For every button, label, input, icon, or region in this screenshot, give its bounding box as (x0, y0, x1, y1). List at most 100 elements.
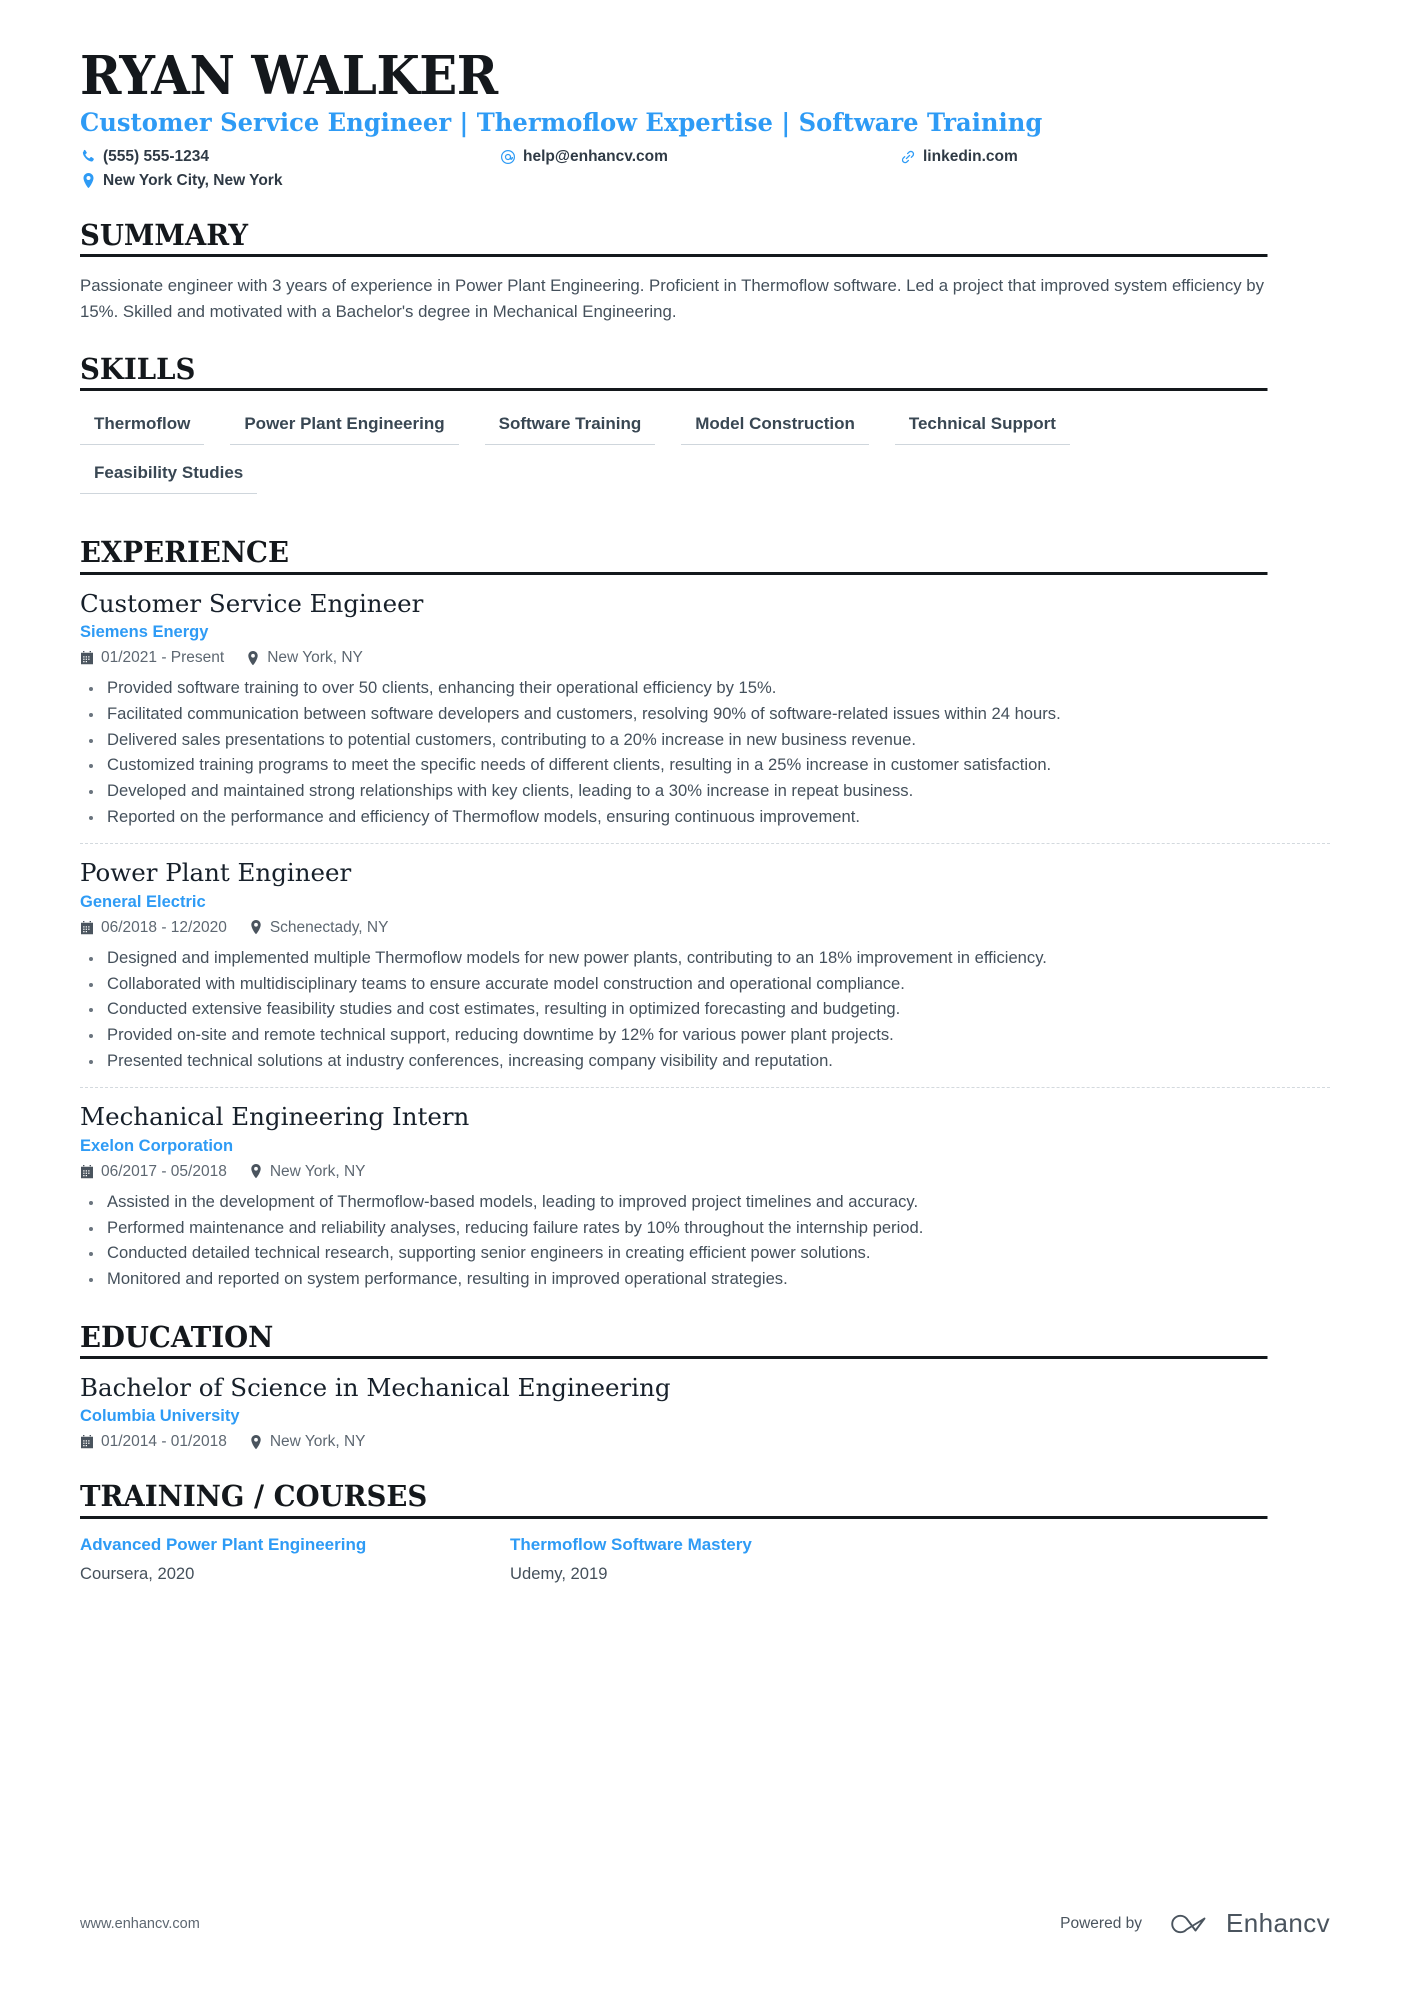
contact-email-text: help@enhancv.com (523, 147, 668, 165)
skill-tag: Power Plant Engineering (230, 409, 459, 446)
bullet-item: Performed maintenance and reliability an… (80, 1216, 1330, 1241)
skills-list: Thermoflow Power Plant Engineering Softw… (80, 409, 1270, 507)
experience-entry: Customer Service Engineer Siemens Energy… (80, 575, 1330, 830)
company-name[interactable]: Exelon Corporation (80, 1137, 1330, 1156)
job-bullets: Provided software training to over 50 cl… (80, 676, 1330, 829)
education-location: New York, NY (249, 1433, 366, 1451)
education-entry: Bachelor of Science in Mechanical Engine… (80, 1359, 1330, 1451)
contact-location: New York City, New York (80, 172, 1330, 190)
education-meta: 01/2014 - 01/2018 New York, NY (80, 1433, 1330, 1451)
bullet-item: Assisted in the development of Thermoflo… (80, 1190, 1330, 1215)
section-heading-summary: SUMMARY (80, 219, 1268, 258)
enhancv-logo: Enhancv (1159, 1908, 1330, 1939)
email-icon (500, 149, 516, 165)
section-heading-experience: EXPERIENCE (80, 537, 1268, 575)
course-provider: Coursera, 2020 (80, 1563, 195, 1583)
location-icon (249, 920, 263, 935)
job-location-text: Schenectady, NY (269, 918, 389, 936)
bullet-item: Customized training programs to meet the… (80, 753, 1330, 778)
education-location-text: New York, NY (269, 1433, 366, 1451)
job-dates: 06/2017 - 05/2018 (80, 1163, 227, 1181)
phone-icon (80, 149, 96, 165)
link-icon (900, 149, 916, 165)
footer-branding: Powered by Enhancv (1060, 1908, 1330, 1939)
location-icon (249, 1164, 263, 1179)
contact-linkedin[interactable]: linkedin.com (900, 148, 1200, 166)
resume-page: RYAN WALKER Customer Service Engineer | … (0, 0, 1410, 1995)
contact-phone-text: (555) 555-1234 (103, 147, 209, 165)
bullet-item: Provided on-site and remote technical su… (80, 1023, 1330, 1048)
candidate-headline: Customer Service Engineer | Thermoflow E… (80, 108, 1043, 139)
bullet-item: Provided software training to over 50 cl… (80, 676, 1330, 701)
calendar-icon (80, 920, 94, 935)
job-location: Schenectady, NY (249, 918, 389, 937)
job-location-text: New York, NY (267, 649, 363, 667)
bullet-item: Presented technical solutions at industr… (80, 1049, 1330, 1074)
job-bullets: Designed and implemented multiple Thermo… (80, 946, 1330, 1074)
course-title[interactable]: Advanced Power Plant Engineering (80, 1535, 510, 1555)
contact-location-text: New York City, New York (103, 171, 283, 189)
bullet-item: Collaborated with multidisciplinary team… (80, 972, 1330, 997)
job-location-text: New York, NY (269, 1162, 366, 1180)
page-footer: www.enhancv.com Powered by Enhancv (80, 1908, 1330, 1939)
calendar-icon (80, 1164, 94, 1179)
section-courses: TRAINING / COURSES Advanced Power Plant … (80, 1481, 1330, 1583)
contact-phone[interactable]: (555) 555-1234 (80, 148, 500, 166)
job-meta: 01/2021 - Present New York, NY (80, 649, 1330, 667)
location-icon (80, 172, 96, 189)
section-education: EDUCATION Bachelor of Science in Mechani… (80, 1321, 1330, 1452)
job-dates: 06/2018 - 12/2020 (80, 919, 227, 937)
footer-url[interactable]: www.enhancv.com (80, 1916, 200, 1932)
calendar-icon (80, 651, 94, 666)
course-item: Thermoflow Software Mastery Udemy, 2019 (510, 1535, 940, 1584)
bullet-item: Developed and maintained strong relation… (80, 779, 1330, 804)
bullet-item: Monitored and reported on system perform… (80, 1267, 1330, 1292)
job-meta: 06/2018 - 12/2020 Schenectady, NY (80, 919, 1330, 937)
bullet-item: Conducted extensive feasibility studies … (80, 997, 1330, 1022)
section-skills: SKILLS Thermoflow Power Plant Engineerin… (80, 353, 1330, 507)
school-name[interactable]: Columbia University (80, 1407, 1330, 1426)
calendar-icon (80, 1435, 94, 1450)
course-title[interactable]: Thermoflow Software Mastery (510, 1535, 940, 1555)
skill-tag: Technical Support (894, 409, 1070, 446)
company-name[interactable]: Siemens Energy (80, 623, 1330, 642)
contact-linkedin-text: linkedin.com (923, 147, 1018, 165)
bullet-item: Conducted detailed technical research, s… (80, 1241, 1330, 1266)
job-location: New York, NY (246, 649, 363, 667)
skill-tag: Thermoflow (80, 409, 205, 446)
contact-row: (555) 555-1234 help@enhancv.com linkedin… (80, 148, 1330, 190)
enhancv-wordmark: Enhancv (1226, 1908, 1330, 1938)
resume-header: RYAN WALKER Customer Service Engineer | … (80, 48, 1330, 190)
job-title: Power Plant Engineer (80, 858, 352, 888)
courses-list: Advanced Power Plant Engineering Courser… (80, 1535, 1330, 1584)
contact-email[interactable]: help@enhancv.com (500, 148, 900, 166)
skill-tag: Software Training (484, 409, 656, 446)
skill-tag: Model Construction (681, 409, 869, 446)
bullet-item: Designed and implemented multiple Thermo… (80, 946, 1330, 971)
bullet-item: Reported on the performance and efficien… (80, 805, 1330, 830)
course-provider: Udemy, 2019 (510, 1563, 608, 1583)
degree-title: Bachelor of Science in Mechanical Engine… (80, 1373, 671, 1403)
section-heading-skills: SKILLS (80, 353, 1268, 392)
experience-entry: Power Plant Engineer General Electric 06… (80, 843, 1330, 1073)
experience-entry: Mechanical Engineering Intern Exelon Cor… (80, 1087, 1330, 1291)
location-icon (249, 1434, 263, 1450)
job-dates: 01/2021 - Present (80, 649, 224, 667)
section-experience: EXPERIENCE Customer Service Engineer Sie… (80, 537, 1330, 1291)
course-item: Advanced Power Plant Engineering Courser… (80, 1535, 510, 1584)
enhancv-mark-icon (1159, 1909, 1215, 1939)
company-name[interactable]: General Electric (80, 893, 1330, 912)
job-bullets: Assisted in the development of Thermoflo… (80, 1190, 1330, 1292)
job-location: New York, NY (249, 1162, 366, 1181)
powered-by-label: Powered by (1060, 1914, 1143, 1932)
job-meta: 06/2017 - 05/2018 New York, NY (80, 1163, 1330, 1181)
education-dates: 01/2014 - 01/2018 (80, 1433, 227, 1451)
job-title: Customer Service Engineer (80, 588, 424, 618)
section-heading-education: EDUCATION (80, 1321, 1268, 1360)
bullet-item: Delivered sales presentations to potenti… (80, 728, 1330, 753)
summary-text: Passionate engineer with 3 years of expe… (80, 276, 1265, 321)
skill-tag: Feasibility Studies (80, 458, 258, 495)
education-dates-text: 01/2014 - 01/2018 (101, 1433, 227, 1451)
location-icon (246, 650, 260, 666)
bullet-item: Facilitated communication between softwa… (80, 702, 1330, 727)
